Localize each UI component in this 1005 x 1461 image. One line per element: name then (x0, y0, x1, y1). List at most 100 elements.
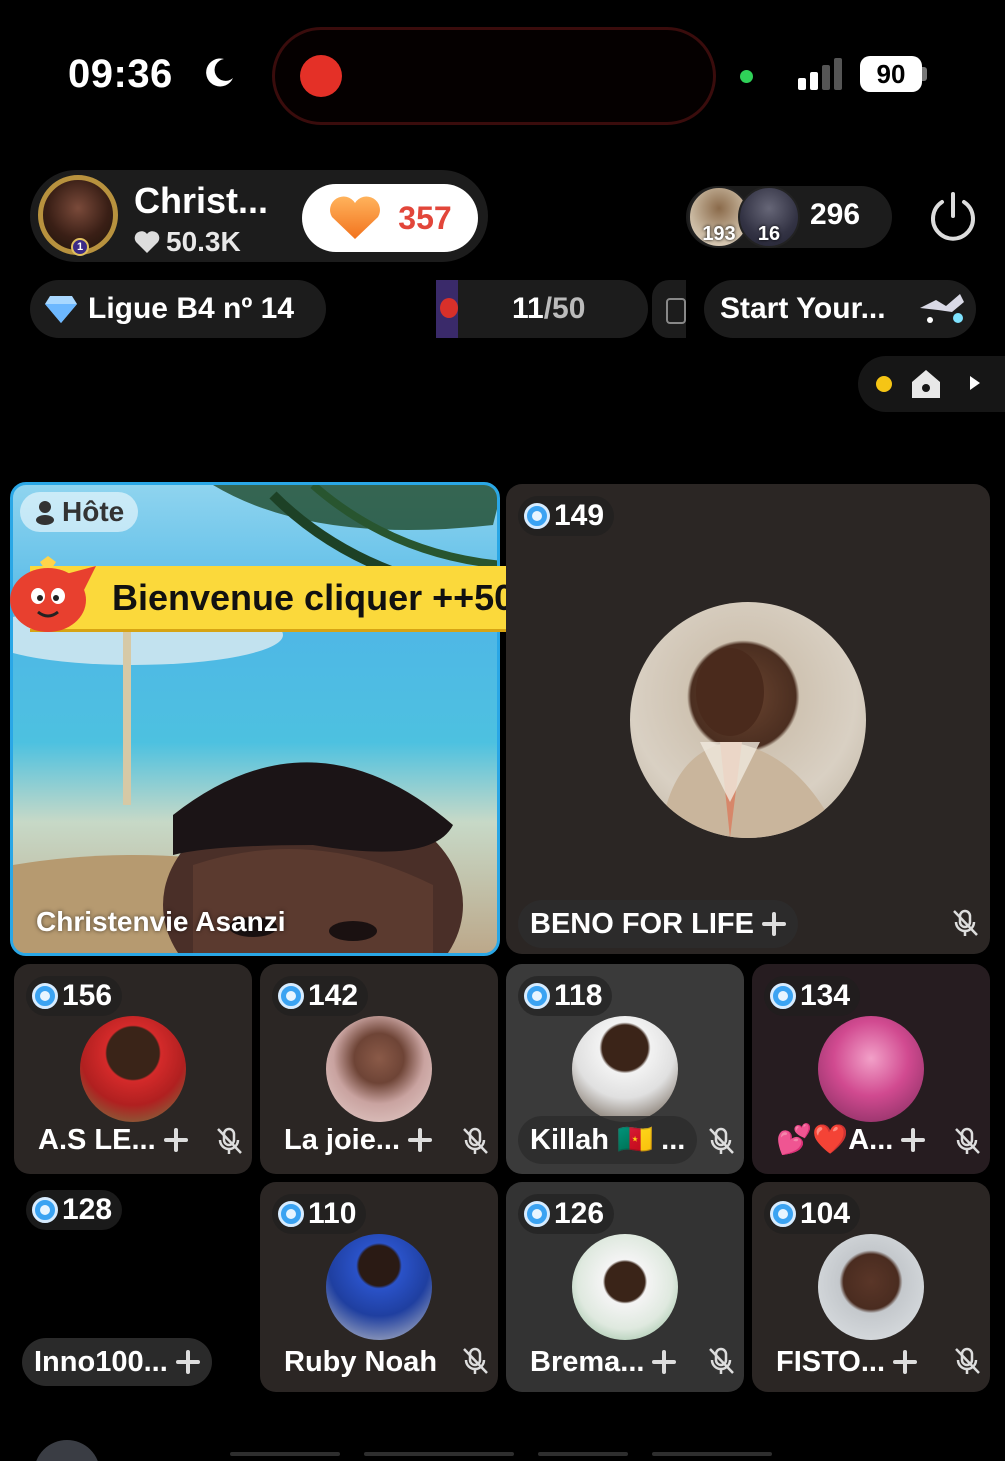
guest-name: A.S LE... (38, 1123, 156, 1156)
host-username: Christenvie Asanzi (36, 906, 286, 937)
guest-name-pill[interactable]: FISTO... (764, 1338, 929, 1386)
host-label-text: Hôte (62, 496, 125, 527)
follow-plus-icon[interactable] (652, 1350, 677, 1374)
gem-icon (278, 983, 304, 1009)
viewer-count[interactable]: 296 (810, 198, 860, 232)
progress-current: 11 (512, 292, 544, 325)
mascot-icon (10, 556, 96, 632)
guest-avatar[interactable] (572, 1234, 678, 1340)
guest-avatar[interactable] (818, 1016, 924, 1122)
score-value: 156 (62, 979, 113, 1012)
score-value: 134 (800, 979, 851, 1012)
heart-count: 357 (398, 199, 452, 236)
guest-tile-4[interactable]: 134 💕❤️A... (752, 964, 990, 1174)
battery-tip (922, 67, 927, 81)
gem-icon (524, 983, 550, 1009)
start-button-label: Start Your... (720, 292, 886, 325)
guest-avatar[interactable] (80, 1016, 186, 1122)
mic-muted-icon (709, 1347, 734, 1374)
guest-tile-3[interactable]: 118 Killah 🇨🇲 ... (506, 964, 744, 1174)
guest-name: BENO FOR LIFE (530, 907, 754, 940)
guest-name: Killah 🇨🇲 ... (530, 1124, 686, 1156)
guest-name-pill[interactable]: A.S LE... (26, 1116, 200, 1164)
score-badge: 110 (272, 1194, 367, 1234)
score-badge: 128 (26, 1190, 123, 1230)
guest-name-pill[interactable]: BENO FOR LIFE (518, 900, 798, 948)
guest-tile-6[interactable]: 110 Ruby Noah (260, 1182, 498, 1392)
guest-name-pill[interactable]: La joie... (272, 1116, 444, 1164)
guest-tile-8[interactable]: 104 FISTO... (752, 1182, 990, 1392)
guest-tile-7[interactable]: 126 Brema... (506, 1182, 744, 1392)
guest-avatar[interactable] (630, 602, 866, 838)
gem-icon (32, 1197, 58, 1223)
league-button[interactable]: Ligue B4 nº 14 (30, 280, 326, 338)
guest-avatar[interactable] (326, 1234, 432, 1340)
mic-muted-icon (709, 1127, 734, 1154)
progress-text: 11/50 (512, 292, 585, 326)
guest-tile-5[interactable]: 128 Inno100... (14, 1182, 252, 1392)
guest-avatar[interactable] (572, 1016, 678, 1122)
heart-icon (330, 196, 381, 239)
host-likes-count: 50.3K (166, 226, 241, 257)
live-dot-icon (876, 376, 892, 392)
guest-name-pill[interactable]: Inno100... (22, 1338, 212, 1386)
host-video-tile[interactable] (10, 482, 500, 956)
status-time: 09:36 (68, 52, 173, 96)
host-name[interactable]: Christ... (134, 180, 268, 222)
follow-plus-icon[interactable] (408, 1128, 433, 1152)
host-avatar[interactable]: 1 (38, 175, 118, 256)
follow-plus-icon[interactable] (893, 1350, 918, 1374)
battery-indicator: 90 (860, 56, 922, 92)
diamond-icon (45, 296, 77, 323)
guest-name: FISTO... (776, 1345, 886, 1378)
score-badge: 126 (518, 1194, 615, 1234)
guest-avatar-image (660, 648, 840, 838)
score-value: 126 (554, 1197, 605, 1230)
home-icon[interactable] (910, 368, 942, 400)
guest-name: La joie... (284, 1123, 401, 1156)
signal-icon (798, 58, 842, 90)
mic-muted-icon (955, 1127, 980, 1154)
mic-muted-icon (463, 1347, 488, 1374)
heart-button[interactable]: 357 (302, 184, 478, 252)
follow-plus-icon[interactable] (901, 1128, 926, 1152)
guest-name-pill[interactable]: Ruby Noah (272, 1338, 449, 1386)
heart-icon (134, 231, 160, 253)
mini-controls (858, 356, 1005, 412)
viewer-avatar-2[interactable]: 16 (738, 186, 800, 248)
moon-icon (206, 58, 233, 87)
power-icon[interactable] (926, 190, 980, 244)
guest-tile-main[interactable]: 149 BENO FOR LIFE (506, 484, 990, 954)
follow-plus-icon[interactable] (175, 1350, 200, 1374)
mic-muted-icon (955, 1347, 980, 1374)
guest-name-pill[interactable]: Killah 🇨🇲 ... (518, 1116, 698, 1164)
follow-plus-icon[interactable] (163, 1128, 188, 1152)
guest-avatar[interactable] (818, 1234, 924, 1340)
guest-tile-2[interactable]: 142 La joie... (260, 964, 498, 1174)
progress-pill[interactable]: 11/50 (436, 280, 648, 338)
gem-icon (770, 983, 796, 1009)
rank-badge: 1 (71, 238, 89, 256)
score-badge: 118 (518, 976, 613, 1016)
score-value: 149 (554, 499, 605, 532)
league-label: Ligue B4 nº 14 (88, 292, 295, 325)
follow-plus-icon[interactable] (761, 912, 786, 936)
progress-total: /50 (543, 292, 586, 325)
guest-name: Inno100... (34, 1345, 168, 1378)
guest-name-pill[interactable]: 💕❤️A... (764, 1116, 937, 1164)
score-badge: 142 (272, 976, 369, 1016)
guest-avatar[interactable] (326, 1016, 432, 1122)
mic-muted-icon (463, 1127, 488, 1154)
guest-name: 💕❤️A... (776, 1124, 894, 1156)
mic-muted-icon (953, 909, 978, 936)
camera-in-use-indicator (740, 70, 753, 83)
play-icon[interactable] (970, 376, 980, 390)
guest-name-pill[interactable]: Brema... (518, 1338, 688, 1386)
start-your-button[interactable]: Start Your... (704, 280, 976, 338)
host-likes: 50.3K (134, 226, 241, 258)
guest-tile-1[interactable]: 156 A.S LE... (14, 964, 252, 1174)
gift-box-icon[interactable] (652, 280, 686, 338)
guest-name: Brema... (530, 1345, 645, 1378)
score-badge: 104 (764, 1194, 861, 1234)
score-badge: 156 (26, 976, 123, 1016)
